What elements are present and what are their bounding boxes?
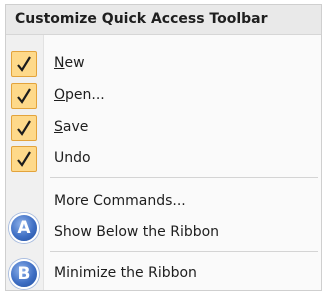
checkmark-icon [11, 51, 37, 77]
checkmark-icon [11, 115, 37, 141]
menu-item-label: Minimize the Ribbon [54, 265, 197, 281]
callout-a-badge: A [9, 213, 39, 243]
menu-item-show-below-ribbon[interactable]: Show Below the Ribbon [6, 218, 321, 248]
menu-item-more-commands[interactable]: More Commands... [6, 187, 321, 217]
checkmark-icon [11, 83, 37, 109]
menu-separator [50, 177, 318, 178]
menu-item-open[interactable]: Open... [6, 81, 321, 111]
menu-item-undo[interactable]: Undo [6, 144, 321, 174]
menu-item-label: Show Below the Ribbon [54, 224, 220, 240]
menu-title: Customize Quick Access Toolbar [15, 11, 268, 27]
customize-qat-menu: Customize Quick Access Toolbar New Open.… [5, 4, 322, 291]
menu-item-label: More Commands... [54, 193, 186, 209]
callout-b-badge: B [9, 259, 39, 289]
checkmark-icon [11, 146, 37, 172]
menu-item-minimize-ribbon[interactable]: Minimize the Ribbon [6, 259, 321, 289]
menu-header: Customize Quick Access Toolbar [6, 5, 321, 35]
menu-separator [50, 251, 318, 252]
menu-item-label: New [54, 55, 85, 71]
menu-item-save[interactable]: Save [6, 113, 321, 143]
menu-item-new[interactable]: New [6, 49, 321, 79]
menu-item-label: Open... [54, 87, 105, 103]
menu-item-label: Undo [54, 150, 91, 166]
menu-item-label: Save [54, 119, 89, 135]
